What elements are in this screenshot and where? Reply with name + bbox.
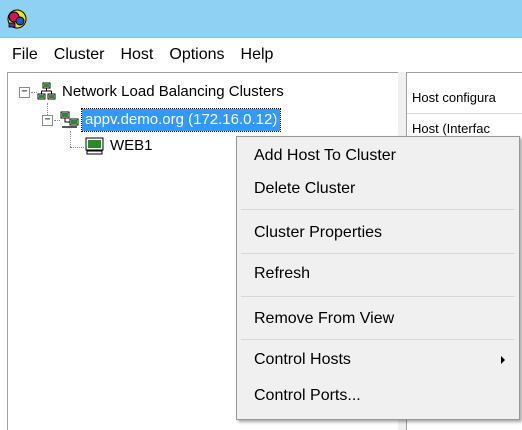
root-collapse-toggle[interactable]: − [19,87,30,98]
menu-item-cluster-properties[interactable]: Cluster Properties [237,217,519,249]
menu-item-remove-from-view[interactable]: Remove From View [237,303,519,335]
menu-item-refresh[interactable]: Refresh [237,258,519,290]
menu-file[interactable]: File [4,38,46,72]
menu-separator [241,296,515,297]
menu-host[interactable]: Host [112,38,161,72]
menu-bar: File Cluster Host Options Help [0,38,522,72]
menu-item-control-ports[interactable]: Control Ports... [237,380,519,412]
cluster-context-menu: Add Host To Cluster Delete Cluster Clust… [236,136,520,420]
submenu-arrow-icon [501,356,505,364]
tree-connector [70,131,71,147]
menu-options[interactable]: Options [161,38,232,72]
menu-help[interactable]: Help [233,38,282,72]
menu-separator [241,253,515,254]
menu-item-add-host-to-cluster[interactable]: Add Host To Cluster [237,140,519,172]
title-bar [0,0,522,38]
host-configuration-header[interactable]: Host configura [407,83,522,113]
menu-separator [241,339,515,340]
nlb-clusters-icon [37,82,56,100]
tree-root-label[interactable]: Network Load Balancing Clusters [59,81,287,103]
menu-item-control-hosts-label: Control Hosts [254,351,351,368]
tree-cluster-label[interactable]: appv.demo.org (172.16.0.12) [80,108,282,132]
host-computer-icon [85,137,104,155]
menu-separator [241,209,515,210]
cluster-collapse-toggle[interactable]: − [42,115,53,126]
tree-connector [70,147,84,148]
menu-item-control-hosts[interactable]: Control Hosts [237,344,519,376]
nlb-manager-icon[interactable] [6,8,28,30]
menu-item-delete-cluster[interactable]: Delete Cluster [237,173,519,205]
tree-host-label[interactable]: WEB1 [107,135,156,157]
menu-cluster[interactable]: Cluster [46,38,113,72]
cluster-icon [60,111,79,128]
